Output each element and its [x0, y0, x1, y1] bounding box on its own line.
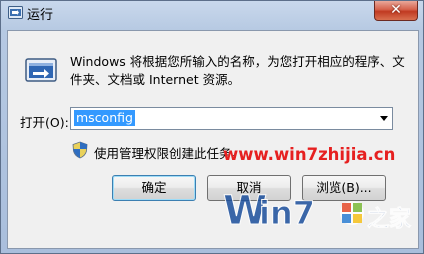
dropdown-arrow-icon[interactable] — [380, 116, 388, 121]
open-label: 打开(O): — [20, 115, 69, 130]
watermark-url: www.win7zhijia.cn — [223, 145, 396, 164]
uac-shield-icon — [72, 141, 88, 159]
svg-text:之家: 之家 — [367, 206, 412, 232]
run-app-icon — [8, 6, 23, 19]
command-input[interactable]: msconfig — [74, 110, 135, 126]
admin-privilege-note: 使用管理权限创建此任务。 — [94, 146, 245, 161]
close-button[interactable]: ✕ — [374, 1, 418, 21]
window-title: 运行 — [27, 8, 54, 23]
run-program-icon — [25, 58, 57, 82]
svg-text:in7: in7 — [259, 194, 315, 232]
ok-button[interactable]: 确定 — [112, 175, 196, 201]
command-combobox[interactable]: msconfig — [70, 107, 393, 130]
title-bar[interactable]: 运行 ✕ — [1, 1, 424, 25]
close-icon: ✕ — [390, 2, 402, 18]
win7-watermark-logo: W in7 之家 — [223, 188, 412, 235]
dialog-description: Windows 将根据您所输入的名称，为您打开相应的程序、文件夹、文档或 Int… — [70, 54, 405, 87]
run-dialog-window: 运行 ✕ Windows 将根据您所输入的名称，为您打开相应的程序、文件夹、文档… — [0, 0, 424, 254]
